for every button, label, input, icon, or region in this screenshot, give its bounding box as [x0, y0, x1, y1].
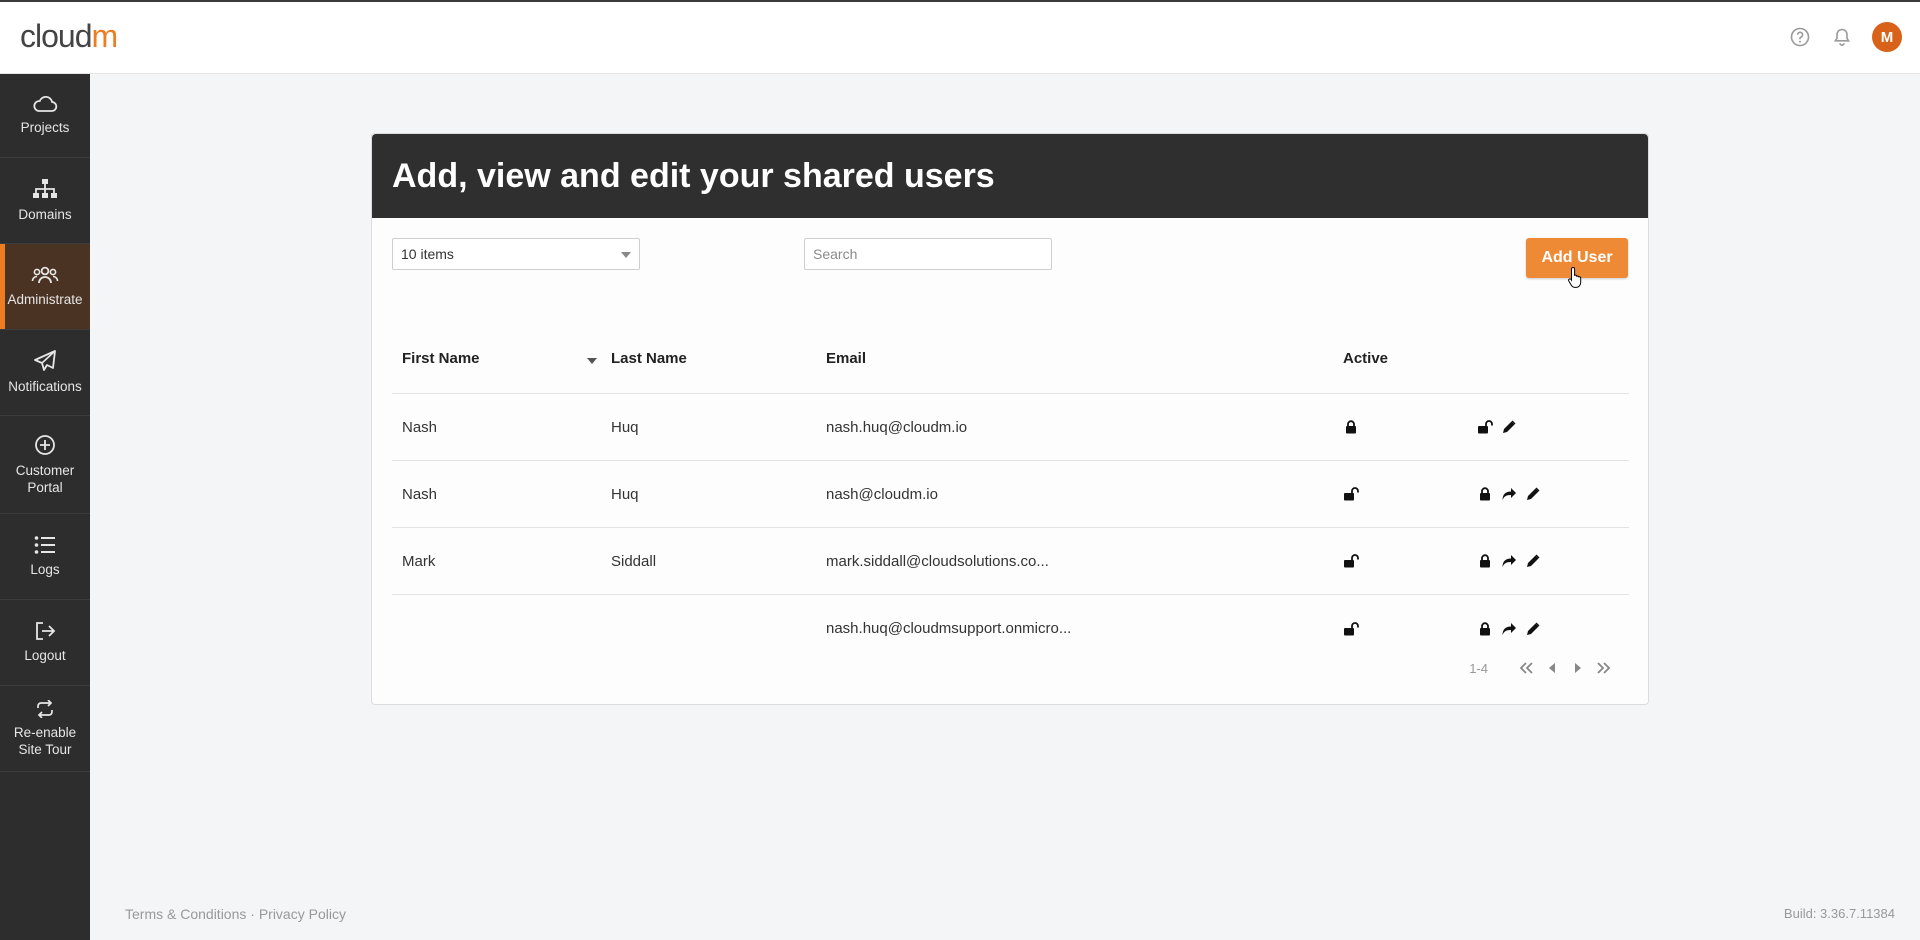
repeat-icon	[37, 699, 53, 718]
card-header: Add, view and edit your shared users	[372, 134, 1648, 218]
sidebar-item-label: Notifications	[8, 379, 82, 394]
logo-accent: m	[91, 18, 119, 54]
edit-pencil-icon[interactable]	[1525, 486, 1541, 502]
lock-icon	[1343, 419, 1359, 435]
last-name-cell: Huq	[611, 418, 639, 436]
table-header: First Name Last Name Email Active	[392, 324, 1629, 394]
pagination: 1-4	[1469, 660, 1612, 676]
search-input[interactable]	[804, 238, 1052, 270]
footer-links[interactable]: Terms & Conditions · Privacy Policy	[125, 906, 346, 922]
sidebar-item-label: Administrate	[7, 292, 83, 307]
sidebar-item-projects[interactable]: Projects	[0, 74, 90, 158]
sidebar-item-administrate[interactable]: Administrate	[0, 244, 90, 330]
sidebar-item-label: Projects	[20, 120, 70, 135]
lock-icon[interactable]	[1477, 486, 1493, 502]
email-cell: nash.huq@cloudm.io	[826, 418, 968, 436]
logo-text: cloud	[20, 18, 92, 54]
sidebar-nav: Projects Domains Administrate Notificati…	[0, 74, 90, 940]
bell-icon[interactable]	[1830, 25, 1854, 49]
edit-pencil-icon[interactable]	[1525, 553, 1541, 569]
sidebar-item-logout[interactable]: Logout	[0, 600, 90, 686]
first-name-cell: Mark	[402, 552, 436, 570]
sidebar-item-label: Customer Portal	[15, 462, 75, 495]
share-arrow-icon[interactable]	[1501, 621, 1517, 637]
last-name-cell: Siddall	[611, 552, 657, 570]
sidebar-item-domains[interactable]: Domains	[0, 158, 90, 244]
page-size-value: 10 items	[401, 246, 454, 262]
cloudm-logo[interactable]: cloudm	[20, 18, 119, 55]
cloud-icon	[33, 96, 58, 112]
sidebar-item-notifications[interactable]: Notifications	[0, 330, 90, 416]
chevron-down-icon	[621, 252, 631, 258]
share-arrow-icon[interactable]	[1501, 486, 1517, 502]
help-circle-icon[interactable]	[1788, 25, 1812, 49]
sidebar-item-label: Logout	[24, 648, 66, 663]
unlock-icon	[1343, 553, 1359, 569]
shared-users-card: Add, view and edit your shared users 10 …	[371, 133, 1649, 705]
list-icon	[34, 536, 55, 554]
table-row: Mark Siddall mark.siddall@cloudsolutions…	[392, 528, 1629, 595]
column-header-active[interactable]: Active	[1343, 350, 1388, 367]
edit-pencil-icon[interactable]	[1525, 621, 1541, 637]
email-cell: nash.huq@cloudmsupport.onmicro...	[826, 620, 1072, 637]
sitemap-icon	[33, 179, 57, 198]
first-page-icon[interactable]	[1518, 660, 1534, 676]
hand-cursor-icon	[1568, 266, 1582, 288]
top-bar: cloudm M	[0, 0, 1920, 74]
page-title: Add, view and edit your shared users	[392, 156, 995, 195]
email-cell: mark.siddall@cloudsolutions.co...	[826, 552, 1049, 570]
avatar[interactable]: M	[1872, 22, 1902, 52]
page-size-select[interactable]: 10 items	[392, 238, 640, 270]
unlock-icon	[1343, 621, 1359, 637]
unlock-icon	[1343, 486, 1359, 502]
prev-page-icon[interactable]	[1544, 660, 1560, 676]
sidebar-item-logs[interactable]: Logs	[0, 514, 90, 600]
lock-icon[interactable]	[1477, 553, 1493, 569]
last-name-cell: Huq	[611, 485, 639, 503]
pagination-range: 1-4	[1469, 660, 1488, 676]
sidebar-item-label: Re-enable Site Tour	[13, 724, 77, 757]
first-name-cell: Nash	[402, 485, 438, 503]
next-page-icon[interactable]	[1570, 660, 1586, 676]
table-row: Nash Huq nash.huq@cloudm.io	[392, 394, 1629, 461]
lock-icon[interactable]	[1477, 621, 1493, 637]
sidebar-item-site-tour[interactable]: Re-enable Site Tour	[0, 686, 90, 772]
unlock-icon[interactable]	[1477, 419, 1493, 435]
build-version: Build: 3.36.7.11384	[1783, 906, 1895, 921]
users-icon	[31, 266, 59, 284]
share-arrow-icon[interactable]	[1501, 553, 1517, 569]
sidebar-item-customer-portal[interactable]: Customer Portal	[0, 416, 90, 514]
table-row: nash.huq@cloudmsupport.onmicro...	[392, 595, 1629, 662]
email-cell: nash@cloudm.io	[826, 485, 938, 503]
table-row: Nash Huq nash@cloudm.io	[392, 461, 1629, 528]
sidebar-item-label: Domains	[18, 207, 72, 222]
sidebar-item-label: Logs	[30, 562, 60, 577]
edit-pencil-icon[interactable]	[1501, 419, 1517, 435]
last-page-icon[interactable]	[1596, 660, 1612, 676]
column-header-email[interactable]: Email	[826, 350, 866, 367]
logout-icon	[36, 622, 56, 640]
column-header-last-name[interactable]: Last Name	[611, 350, 687, 367]
column-header-first-name[interactable]: First Name	[402, 350, 480, 367]
plus-circle-icon	[35, 434, 55, 455]
paper-plane-icon	[34, 350, 56, 371]
users-table: First Name Last Name Email Active Nash H…	[392, 324, 1629, 662]
first-name-cell: Nash	[402, 418, 438, 436]
sort-desc-icon[interactable]	[587, 358, 597, 364]
